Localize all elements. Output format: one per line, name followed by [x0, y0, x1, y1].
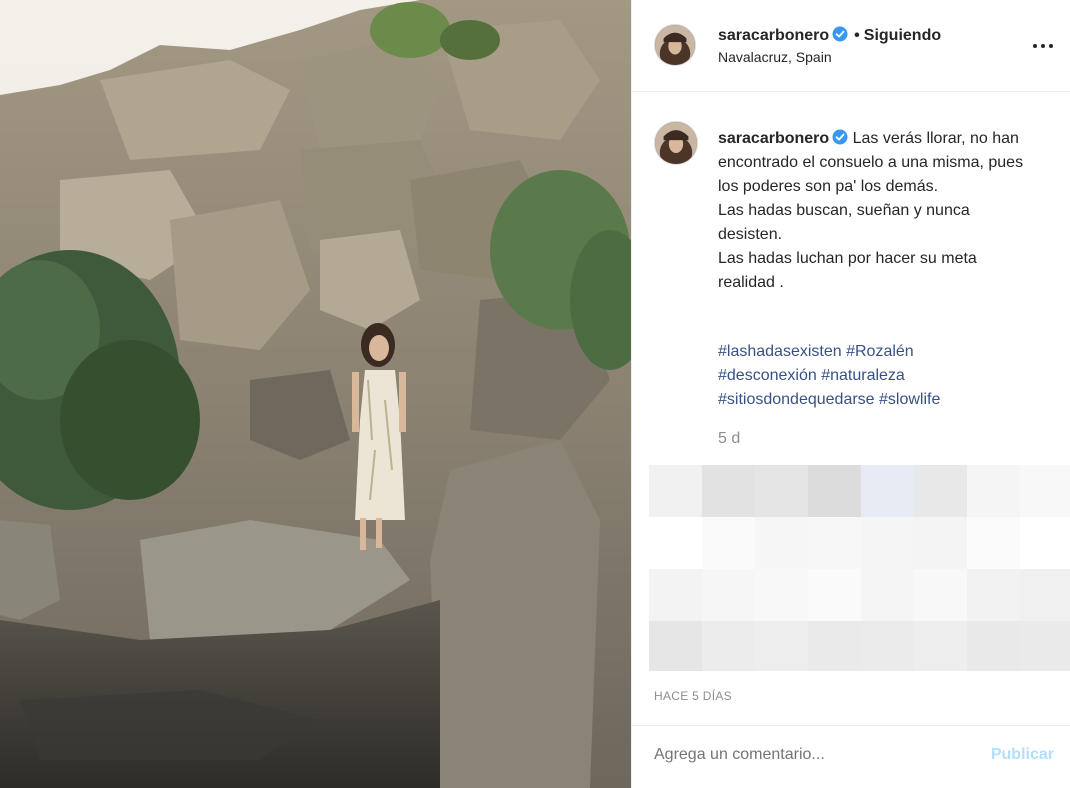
- verified-badge-icon: [832, 129, 848, 145]
- pixel-block: [1020, 569, 1070, 621]
- pixel-block: [861, 465, 914, 517]
- pixel-block: [967, 517, 1020, 569]
- pixel-block: [755, 569, 808, 621]
- pixel-block: [914, 569, 967, 621]
- hashtag-list: #lashadasexisten #Rozalén #desconexión #…: [718, 340, 1036, 412]
- pixel-block: [861, 621, 914, 671]
- pixelated-comments: [649, 465, 1070, 671]
- hashtag-link[interactable]: #Rozalén: [846, 343, 914, 360]
- pixel-block: [649, 465, 702, 517]
- post-details-panel: saracarbonero • Siguiendo Navalacruz, Spai…: [631, 0, 1070, 788]
- pixel-block: [755, 517, 808, 569]
- pixel-block: [861, 569, 914, 621]
- caption-avatar[interactable]: [654, 121, 698, 165]
- separator-dot: •: [854, 27, 860, 44]
- pixel-block: [808, 621, 861, 671]
- pixel-block: [649, 517, 702, 569]
- pixel-block: [967, 569, 1020, 621]
- pixel-block: [649, 621, 702, 671]
- following-button[interactable]: Siguiendo: [864, 27, 941, 44]
- author-avatar[interactable]: [654, 24, 696, 66]
- post-location[interactable]: Navalacruz, Spain: [718, 49, 832, 65]
- pixel-block: [755, 465, 808, 517]
- header-user-line: saracarbonero • Siguiendo: [718, 26, 941, 45]
- pixel-block: [808, 465, 861, 517]
- caption-line: Las hadas buscan, sueñan y nunca desiste…: [718, 202, 970, 243]
- pixel-block: [702, 465, 755, 517]
- instagram-post-modal: saracarbonero • Siguiendo Navalacruz, Spai…: [0, 0, 1070, 788]
- hashtag-link[interactable]: #desconexión: [718, 367, 817, 384]
- hashtag-link[interactable]: #slowlife: [879, 391, 940, 408]
- pixel-block: [808, 569, 861, 621]
- hashtag-link[interactable]: #naturaleza: [821, 367, 905, 384]
- post-photo[interactable]: [0, 0, 631, 788]
- pixel-block: [914, 465, 967, 517]
- avatar-photo: [655, 122, 697, 164]
- add-comment-bar: Publicar: [632, 725, 1070, 788]
- pixel-block: [1020, 621, 1070, 671]
- publish-button[interactable]: Publicar: [991, 746, 1054, 764]
- post-header: saracarbonero • Siguiendo Navalacruz, Spai…: [632, 0, 1070, 92]
- author-username[interactable]: saracarbonero: [718, 27, 829, 44]
- verified-badge-icon: [832, 26, 848, 42]
- pixel-block: [702, 621, 755, 671]
- caption-line: Las hadas luchan por hacer su meta reali…: [718, 250, 977, 291]
- hashtag-link[interactable]: #lashadasexisten: [718, 343, 842, 360]
- hashtag-link[interactable]: #sitiosdondequedarse: [718, 391, 875, 408]
- avatar-photo: [655, 25, 695, 65]
- caption-username[interactable]: saracarbonero: [718, 130, 829, 147]
- pixel-block: [914, 621, 967, 671]
- pixel-block: [1020, 465, 1070, 517]
- rocky-landscape-photo: [0, 0, 631, 788]
- pixel-block: [808, 517, 861, 569]
- post-timestamp[interactable]: HACE 5 DÍAS: [654, 689, 732, 703]
- caption-text: saracarbonero Las verás llorar, no han e…: [718, 127, 1036, 295]
- comment-input[interactable]: [654, 746, 954, 764]
- pixel-block: [967, 465, 1020, 517]
- pixel-block: [1020, 517, 1070, 569]
- more-dot: [1049, 44, 1053, 48]
- pixel-block: [967, 621, 1020, 671]
- pixel-block: [914, 517, 967, 569]
- more-dot: [1041, 44, 1045, 48]
- caption-age: 5 d: [718, 430, 741, 447]
- more-dot: [1033, 44, 1037, 48]
- pixel-block: [755, 621, 808, 671]
- pixel-block: [702, 517, 755, 569]
- pixel-block: [861, 517, 914, 569]
- pixel-block: [649, 569, 702, 621]
- pixel-block: [702, 569, 755, 621]
- more-horizontal-icon[interactable]: [1031, 34, 1055, 58]
